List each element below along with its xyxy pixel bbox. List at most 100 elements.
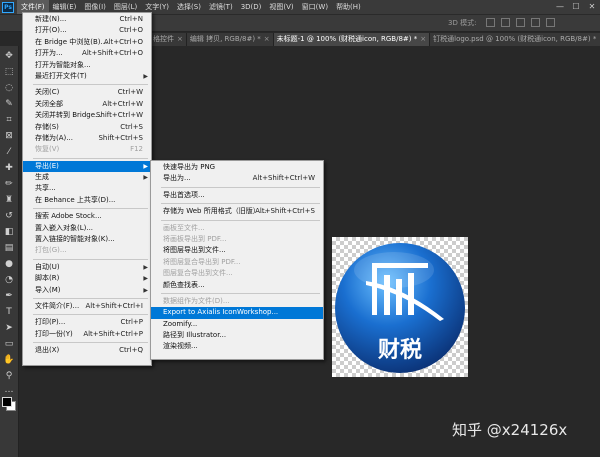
menu-item[interactable]: 打开为智能对象... <box>23 60 151 71</box>
move-tool-icon[interactable]: ✥ <box>3 50 15 62</box>
menu-item[interactable]: 文件简介(F)... Alt+Shift+Ctrl+I <box>23 301 151 312</box>
menu-item[interactable]: 在 Bridge 中浏览(B)... Alt+Ctrl+O <box>23 37 151 48</box>
menu-filter[interactable]: 滤镜(T) <box>205 0 237 14</box>
menu-item[interactable]: 生成 ▶ <box>23 172 151 183</box>
document-tab[interactable]: 钉税通logo.psd @ 100% (财税通icon, RGB/8#) *× <box>430 33 600 46</box>
menu-item[interactable]: 新建(N)... Ctrl+N <box>23 14 151 25</box>
document-tabs: 格控件 × 编辑 拷贝, RGB/8#) * × 未标题-1 @ 100% (财税通ic… <box>150 33 600 46</box>
menu-item[interactable]: 置入嵌入对象(L)... <box>23 223 151 234</box>
menu-item[interactable]: 打印一份(Y) Alt+Shift+Ctrl+P <box>23 329 151 340</box>
menu-item[interactable]: 在 Behance 上共享(D)... <box>23 195 151 206</box>
clone-stamp-tool-icon[interactable]: ♜ <box>3 194 15 206</box>
3d-roll-icon[interactable] <box>501 18 510 27</box>
hand-tool-icon[interactable]: ✋ <box>3 354 15 366</box>
menu-item[interactable]: 渲染视频... <box>151 341 323 352</box>
menu-item-shortcut: Ctrl+W <box>117 88 143 97</box>
eyedropper-tool-icon[interactable]: ⁄ <box>3 146 15 158</box>
menu-item-label: 搜索 Adobe Stock... <box>35 212 102 221</box>
menu-item-shortcut: F12 <box>130 145 143 154</box>
pen-tool-icon[interactable]: ✒ <box>3 290 15 302</box>
menu-item[interactable]: 打印(P)... Ctrl+P <box>23 317 151 328</box>
lasso-tool-icon[interactable]: ◌ <box>3 82 15 94</box>
menu-item[interactable]: 颜色查找表... <box>151 280 323 291</box>
menu-item[interactable]: 关闭并转到 Bridge... Shift+Ctrl+W <box>23 110 151 121</box>
eraser-tool-icon[interactable]: ◧ <box>3 226 15 238</box>
healing-brush-tool-icon[interactable]: ✚ <box>3 162 15 174</box>
menu-item[interactable]: 打开(O)... Ctrl+O <box>23 25 151 36</box>
menu-item[interactable]: 退出(X) Ctrl+Q <box>23 345 151 356</box>
menu-item[interactable]: 存储为 Web 所用格式（旧版）... Alt+Shift+Ctrl+S <box>151 206 323 217</box>
close-button[interactable]: ✕ <box>584 0 600 14</box>
3d-slide-icon[interactable] <box>531 18 540 27</box>
menu-select[interactable]: 选择(S) <box>173 0 205 14</box>
menu-item[interactable]: 关闭(C) Ctrl+W <box>23 87 151 98</box>
menu-help[interactable]: 帮助(H) <box>332 0 365 14</box>
menu-item-label: 渲染视频... <box>163 342 198 351</box>
menu-item[interactable]: Zoomify... <box>151 319 323 330</box>
menu-item[interactable]: 搜索 Adobe Stock... <box>23 211 151 222</box>
brush-tool-icon[interactable]: ✏ <box>3 178 15 190</box>
3d-pan-icon[interactable] <box>516 18 525 27</box>
menu-item[interactable]: 置入链接的智能对象(K)... <box>23 234 151 245</box>
menu-item[interactable]: 导出首选项... <box>151 190 323 201</box>
menu-item[interactable]: 共享... <box>23 183 151 194</box>
3d-orbit-icon[interactable] <box>486 18 495 27</box>
menu-item[interactable]: 自动(U) ▶ <box>23 262 151 273</box>
close-tab-icon[interactable]: × <box>264 35 270 43</box>
document-tab[interactable]: 未标题-1 @ 100% (财税通icon, RGB/8#) * × <box>273 33 431 46</box>
more-tools-icon[interactable]: … <box>3 384 15 396</box>
menu-item[interactable]: 脚本(R) ▶ <box>23 273 151 284</box>
menu-item[interactable]: 关闭全部 Alt+Ctrl+W <box>23 99 151 110</box>
marquee-tool-icon[interactable]: ⬚ <box>3 66 15 78</box>
menu-item: 恢复(V) F12 <box>23 144 151 155</box>
menu-item-label: 在 Behance 上共享(D)... <box>35 195 116 204</box>
document-tab[interactable]: 编辑 拷贝, RGB/8#) * × <box>186 33 274 46</box>
crop-tool-icon[interactable]: ⌗ <box>3 114 15 126</box>
dodge-tool-icon[interactable]: ◔ <box>3 274 15 286</box>
close-tab-icon[interactable]: × <box>420 35 426 43</box>
menu-item[interactable]: 最近打开文件(T) ▶ <box>23 71 151 82</box>
menu-item[interactable]: 导入(M) ▶ <box>23 285 151 296</box>
menu-item-label: 导入(M) <box>35 285 61 294</box>
menu-item[interactable]: 快速导出为 PNG <box>151 162 323 173</box>
menu-item-label: 将图层导出到文件... <box>163 246 226 255</box>
menu-window[interactable]: 窗口(W) <box>298 0 332 14</box>
quick-select-tool-icon[interactable]: ✎ <box>3 98 15 110</box>
menu-item[interactable]: 存储(S) Ctrl+S <box>23 122 151 133</box>
history-brush-tool-icon[interactable]: ↺ <box>3 210 15 222</box>
path-select-tool-icon[interactable]: ➤ <box>3 322 15 334</box>
menu-item-label: 存储(S) <box>35 122 59 131</box>
menu-item-label: 文件简介(F)... <box>35 301 80 310</box>
menu-item-label: Zoomify... <box>163 319 198 328</box>
3d-mode-tools <box>486 18 555 27</box>
submenu-arrow-icon: ▶ <box>143 162 148 170</box>
rectangle-tool-icon[interactable]: ▭ <box>3 338 15 350</box>
menu-item[interactable]: 将图层导出到文件... <box>151 245 323 256</box>
menu-view[interactable]: 视图(V) <box>265 0 297 14</box>
blur-tool-icon[interactable]: ● <box>3 258 15 270</box>
document-tab[interactable]: 格控件 × <box>150 33 187 46</box>
zoom-tool-icon[interactable]: ⚲ <box>3 370 15 382</box>
menu-item[interactable]: 导出(E) ▶ <box>23 160 151 173</box>
menu-item[interactable]: Export to Axialis IconWorkshop... <box>151 307 323 319</box>
gradient-tool-icon[interactable]: ▤ <box>3 242 15 254</box>
type-tool-icon[interactable]: T <box>3 306 15 318</box>
frame-tool-icon[interactable]: ⊠ <box>3 130 15 142</box>
menu-item-shortcut: Alt+Shift+Ctrl+W <box>252 174 315 183</box>
3d-scale-icon[interactable] <box>546 18 555 27</box>
menu-item-label: 存储为 Web 所用格式（旧版）... <box>163 207 267 216</box>
export-submenu: 快速导出为 PNG 导出为... Alt+Shift+Ctrl+W 导出首选项... 存… <box>150 160 324 360</box>
menu-item[interactable]: 打开为... Alt+Shift+Ctrl+O <box>23 48 151 59</box>
submenu-arrow-icon: ▶ <box>143 72 148 80</box>
menu-item[interactable]: 存储为(A)... Shift+Ctrl+S <box>23 133 151 144</box>
menu-item[interactable]: 路径到 Illustrator... <box>151 330 323 341</box>
menu-item-label: 存储为(A)... <box>35 133 73 142</box>
menu-3d[interactable]: 3D(D) <box>237 0 266 14</box>
foreground-color-swatch[interactable] <box>2 397 12 407</box>
document-canvas[interactable]: 财税 <box>332 237 468 377</box>
menu-item[interactable]: 导出为... Alt+Shift+Ctrl+W <box>151 173 323 184</box>
minimize-button[interactable]: — <box>552 0 568 14</box>
menu-item-shortcut: Alt+Ctrl+O <box>103 37 143 46</box>
close-tab-icon[interactable]: × <box>177 35 183 43</box>
maximize-button[interactable]: ☐ <box>568 0 584 14</box>
